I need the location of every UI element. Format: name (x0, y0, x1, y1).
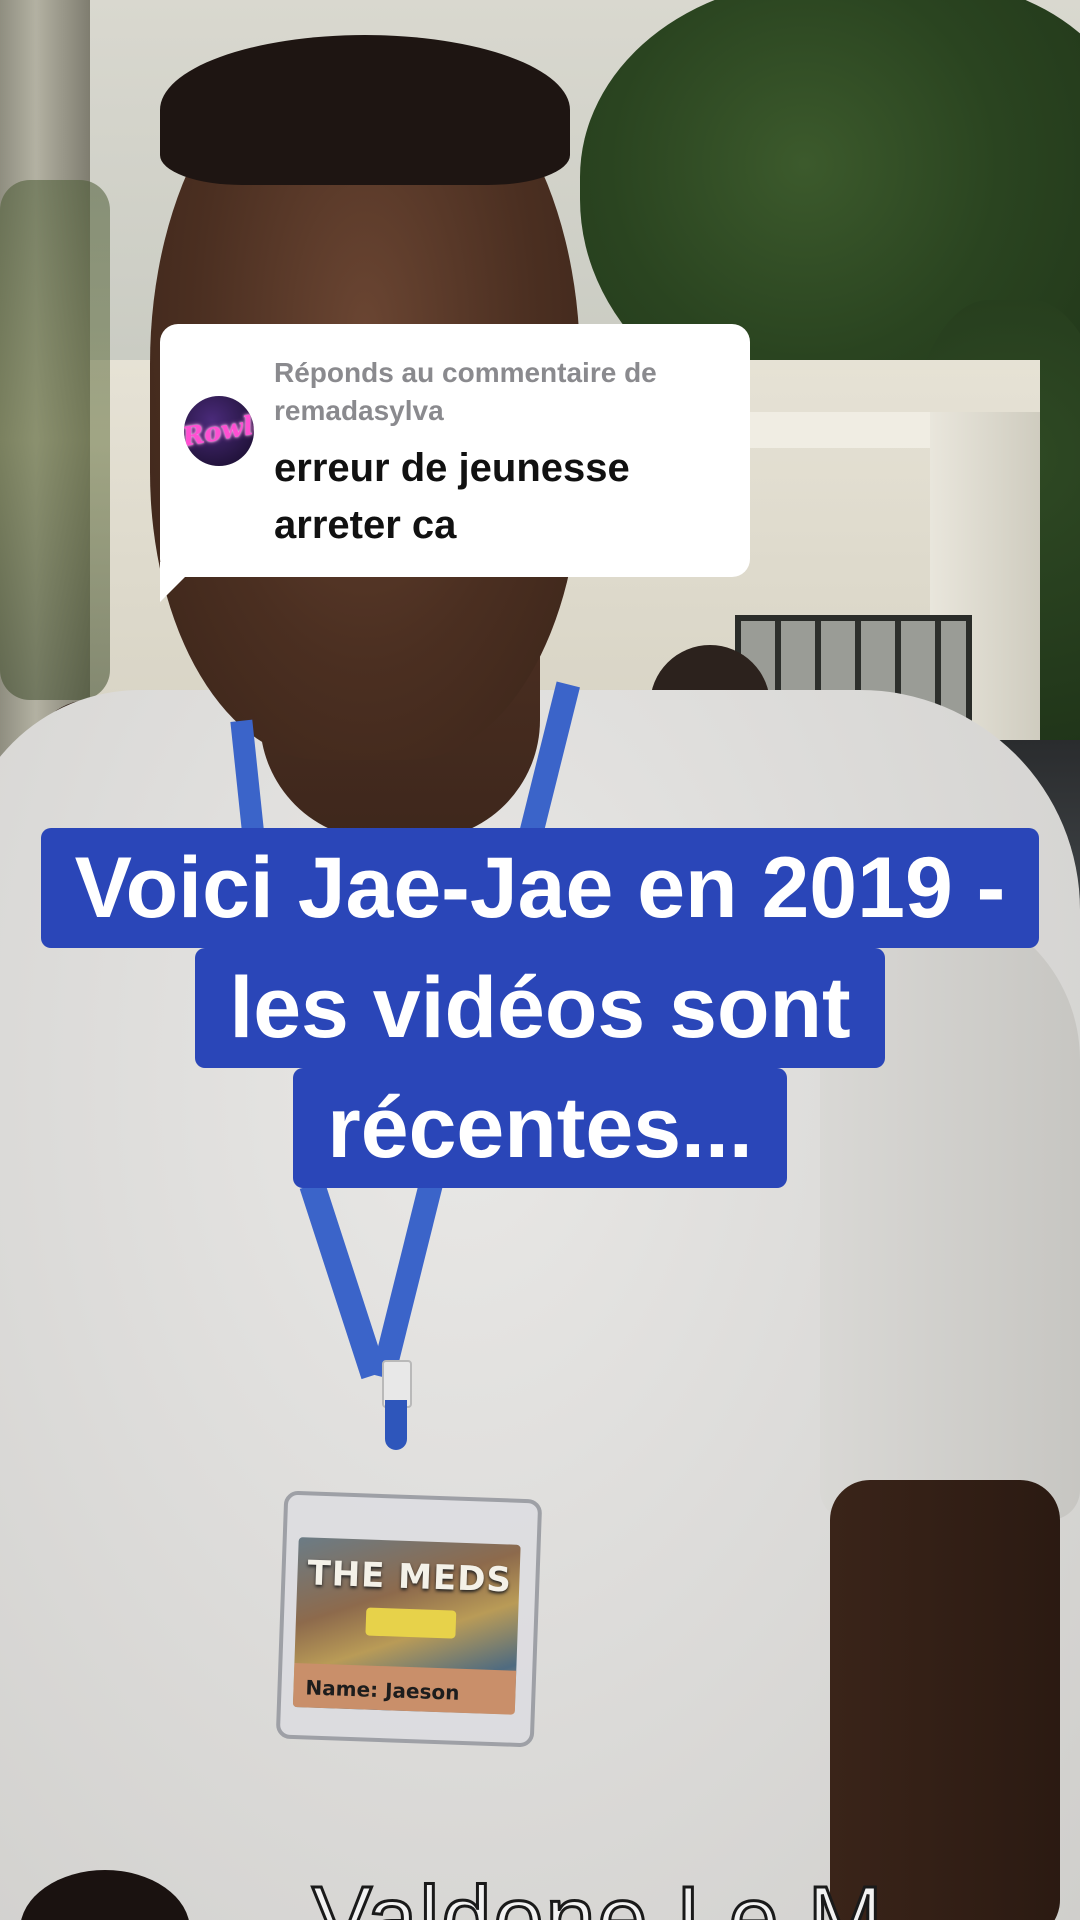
background-palm-leaves (0, 180, 110, 700)
watermark-text: Valdone Le M (311, 1868, 885, 1920)
avatar[interactable]: Rowlan (184, 396, 254, 466)
id-badge-year-tag (365, 1607, 457, 1639)
avatar-logo-text: Rowlan (184, 404, 254, 454)
caption-line-2: les vidéos sont (195, 948, 885, 1068)
caption-line-1: Voici Jae-Jae en 2019 - (40, 828, 1040, 948)
reply-sticker-comment: erreur de jeunesse arreter ca (274, 446, 630, 547)
caption-line-3: récentes... (293, 1068, 787, 1188)
video-caption: Voici Jae-Jae en 2019 - les vidéos sont … (0, 828, 1080, 1188)
id-badge-title: THE MEDS (306, 1553, 513, 1601)
reply-sticker-label: Réponds au commentaire de remadasylva (274, 357, 657, 426)
id-badge: THE MEDS Name: Jaeson (275, 1490, 543, 1748)
subject-arm (830, 1480, 1060, 1920)
reply-to-comment-sticker[interactable]: Rowlan Réponds au commentaire de remadas… (160, 324, 750, 577)
id-badge-photo: THE MEDS Name: Jaeson (292, 1537, 521, 1715)
subject-hair (160, 35, 570, 185)
lanyard-strap-end (385, 1400, 407, 1450)
